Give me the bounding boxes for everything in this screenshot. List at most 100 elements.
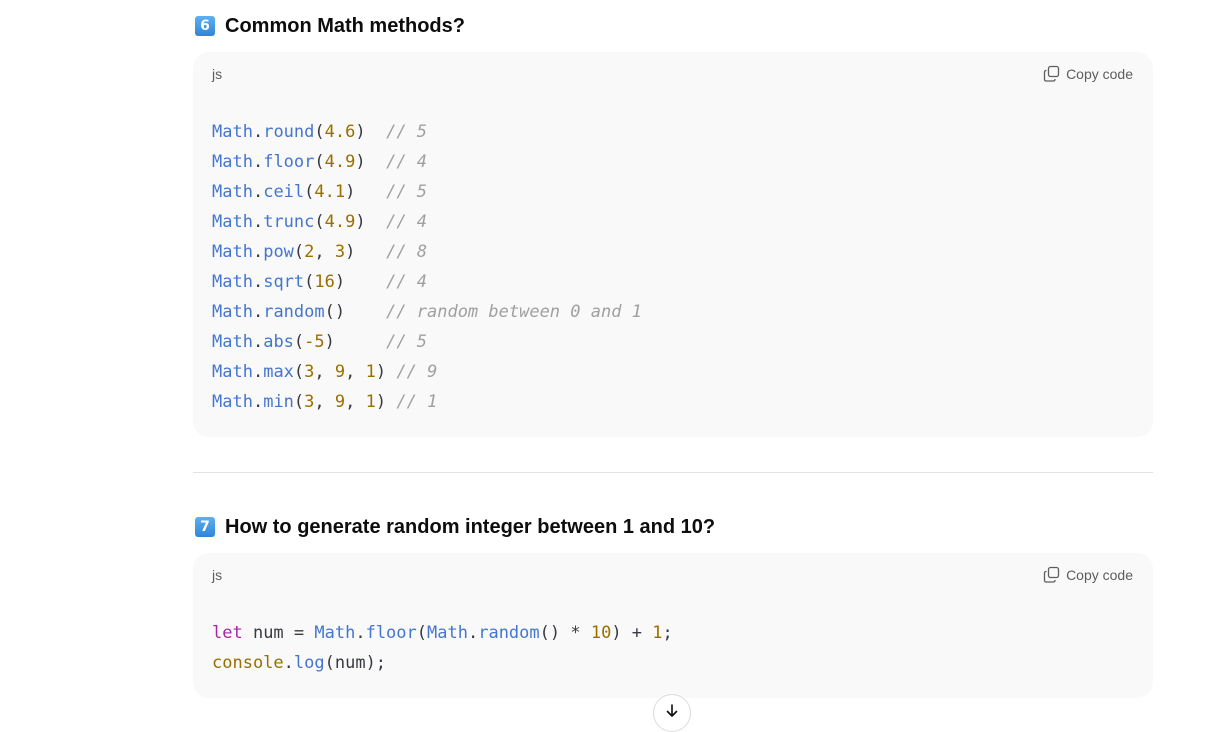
code-token: (: [314, 152, 325, 172]
code-token: ) +: [611, 623, 653, 643]
code-token: (: [416, 623, 428, 643]
code-token: .: [252, 362, 264, 382]
code-token: Math: [212, 122, 253, 142]
code-line: Math.min(3, 9, 1) // 1: [212, 387, 642, 417]
code-token: ): [355, 212, 387, 232]
code-token: ,: [345, 392, 366, 412]
code-token: ): [355, 122, 387, 142]
code-token: random: [478, 623, 540, 643]
section-title: How to generate random integer between 1…: [225, 515, 716, 538]
code-token: (: [293, 362, 305, 382]
copy-icon: [1043, 566, 1060, 583]
code-token: Math: [212, 212, 253, 232]
code-token: // 4: [386, 152, 428, 172]
copy-code-label: Copy code: [1066, 566, 1133, 583]
code-token: 4.9: [324, 212, 356, 232]
copy-code-button[interactable]: Copy code: [1043, 65, 1133, 82]
code-token: 2: [304, 242, 315, 262]
code-token: 1: [365, 392, 376, 412]
code-language-label: js: [212, 567, 223, 583]
code-token: ): [334, 272, 387, 292]
code-token: 1: [365, 362, 376, 382]
code-line: Math.ceil(4.1) // 5: [212, 177, 642, 207]
copy-icon: [1043, 65, 1060, 82]
copy-code-button[interactable]: Copy code: [1043, 566, 1133, 583]
code-token: // 4: [386, 212, 428, 232]
code-token: .: [252, 182, 264, 202]
code-line: Math.round(4.6) // 5: [212, 117, 642, 147]
code-token: 3: [304, 392, 315, 412]
code-token: Math: [212, 182, 253, 202]
code-token: ): [345, 182, 387, 202]
code-token: 16: [314, 272, 335, 292]
code-token: (: [293, 392, 305, 412]
code-token: 4.1: [314, 182, 346, 202]
code-line: Math.floor(4.9) // 4: [212, 147, 642, 177]
code-token: Math: [212, 242, 253, 262]
code-token: ceil: [263, 182, 305, 202]
code-block: js Copy code Math.round(4.6) // 5 Math.fl…: [193, 52, 1153, 437]
code-token: ): [375, 362, 397, 382]
code-token: sqrt: [263, 272, 305, 292]
code-token: (: [293, 332, 305, 352]
code-token: // 4: [386, 272, 428, 292]
code-token: .: [355, 623, 366, 643]
code-token: 1: [652, 623, 663, 643]
code-token: 10: [590, 623, 612, 643]
code-token: 3: [304, 362, 315, 382]
code-token: Math: [212, 392, 253, 412]
code-token: // 8: [386, 242, 428, 262]
code-token: .: [252, 122, 264, 142]
code-token: // random between 0 and 1: [386, 302, 642, 322]
code-token: .: [252, 302, 264, 322]
code-token: ): [324, 332, 387, 352]
scroll-to-bottom-button[interactable]: [653, 694, 691, 732]
code-line: Math.sqrt(16) // 4: [212, 267, 642, 297]
code-token: ): [375, 392, 397, 412]
code-token: floor: [365, 623, 417, 643]
code-token: .: [252, 242, 264, 262]
code-token: .: [252, 332, 264, 352]
code-token: .: [283, 653, 294, 673]
number-badge: 7: [195, 517, 215, 537]
code-token: // 5: [386, 332, 428, 352]
code-token: (: [304, 182, 315, 202]
code-token: -5: [304, 332, 325, 352]
code-token: ;: [662, 623, 673, 643]
code-token: ,: [345, 362, 366, 382]
code-token: .: [252, 272, 264, 292]
code-token: ): [345, 242, 387, 262]
code-token: (: [314, 212, 325, 232]
code-token: pow: [263, 242, 294, 262]
code-token: 9: [334, 362, 346, 382]
code-token: (: [304, 272, 315, 292]
code-token: (: [293, 242, 305, 262]
code-token: Math: [314, 623, 356, 643]
number-badge: 6: [195, 16, 215, 36]
code-token: round: [263, 122, 315, 142]
code-line: Math.trunc(4.9) // 4: [212, 207, 642, 237]
code-token: console: [212, 653, 284, 673]
code-token: abs: [263, 332, 294, 352]
code-token: random: [263, 302, 325, 322]
code-token: 4.9: [324, 152, 356, 172]
code-token: trunc: [263, 212, 315, 232]
code-token: num =: [242, 623, 315, 643]
code-line: Math.random() // random between 0 and 1: [212, 297, 642, 327]
code-token: (): [324, 302, 387, 322]
code-language-label: js: [212, 66, 223, 82]
code-token: max: [263, 362, 294, 382]
code-line: console.log(num);: [212, 648, 673, 678]
code-token: ,: [314, 362, 335, 382]
code-token: (num);: [324, 653, 387, 673]
code-token: // 5: [386, 182, 428, 202]
code-token: Math: [427, 623, 468, 643]
code-token: .: [467, 623, 479, 643]
code-token: log: [293, 653, 325, 673]
code-token: min: [263, 392, 294, 412]
code-token: Math: [212, 272, 253, 292]
code-token: ,: [314, 242, 335, 262]
code-token: Math: [212, 152, 253, 172]
code-token: floor: [263, 152, 315, 172]
divider: [193, 472, 1153, 473]
